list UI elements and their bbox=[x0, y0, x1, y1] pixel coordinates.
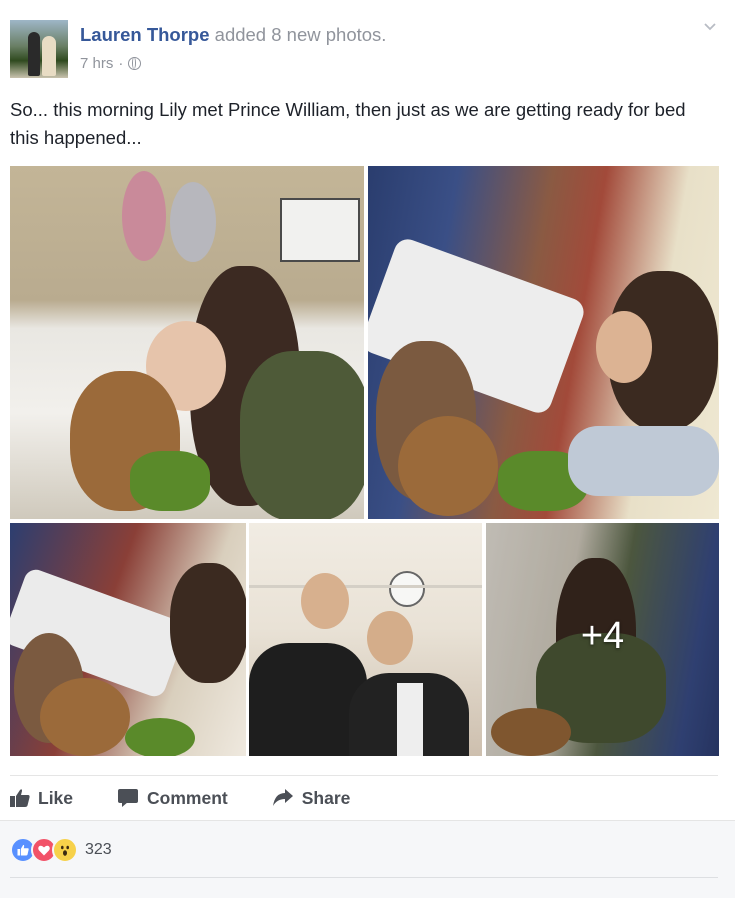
more-photos-count[interactable]: +4 bbox=[486, 615, 719, 658]
balloon-shape bbox=[122, 171, 166, 261]
person-shape bbox=[170, 563, 246, 683]
wall-frame-shape bbox=[280, 198, 360, 262]
post-photo[interactable] bbox=[10, 523, 246, 756]
post-meta: 7 hrs · bbox=[80, 55, 142, 72]
feed-post: Lauren Thorpe added 8 new photos. 7 hrs … bbox=[0, 0, 735, 898]
like-label: Like bbox=[38, 787, 74, 808]
flowers-shape bbox=[125, 718, 195, 756]
like-button[interactable]: Like bbox=[10, 786, 73, 810]
comment-label: Comment bbox=[147, 787, 228, 808]
reactions-bar: 323 bbox=[0, 820, 735, 898]
face-shape bbox=[596, 311, 652, 383]
teddy-bear-shape bbox=[40, 678, 130, 756]
comment-button[interactable]: Comment bbox=[117, 786, 228, 810]
curtain-rail-shape bbox=[249, 585, 482, 588]
post-header: Lauren Thorpe added 8 new photos. 7 hrs … bbox=[10, 18, 725, 78]
meta-separator: · bbox=[118, 55, 124, 72]
post-timestamp[interactable]: 7 hrs bbox=[80, 55, 113, 72]
reactions-summary[interactable]: 323 bbox=[10, 837, 112, 863]
post-actions-bar: Like Comment Share bbox=[10, 786, 394, 810]
reaction-count: 323 bbox=[85, 841, 112, 858]
post-action-text: added 8 new photos. bbox=[214, 24, 387, 45]
comment-icon bbox=[118, 789, 139, 807]
author-name-link[interactable]: Lauren Thorpe bbox=[80, 24, 210, 45]
post-photo-more[interactable]: +4 bbox=[486, 523, 719, 756]
divider bbox=[10, 877, 718, 878]
wow-icon bbox=[52, 837, 78, 863]
share-button[interactable]: Share bbox=[272, 786, 351, 810]
post-photo[interactable] bbox=[368, 166, 719, 519]
post-title-line: Lauren Thorpe added 8 new photos. bbox=[80, 24, 386, 46]
balloon-shape bbox=[170, 182, 216, 262]
globe-icon[interactable] bbox=[128, 57, 142, 70]
jacket-shape bbox=[240, 351, 364, 519]
avatar-figure bbox=[28, 32, 40, 76]
divider bbox=[0, 820, 735, 821]
post-body-text: So... this morning Lily met Prince Willi… bbox=[10, 99, 686, 148]
post-photo[interactable] bbox=[249, 523, 482, 756]
chevron-down-icon[interactable] bbox=[703, 20, 717, 34]
share-arrow-icon bbox=[272, 789, 293, 806]
teddy-bear-shape bbox=[398, 416, 498, 516]
author-avatar[interactable] bbox=[10, 20, 68, 78]
shirt-shape bbox=[397, 683, 423, 756]
blanket-shape bbox=[568, 426, 719, 496]
divider bbox=[10, 775, 718, 776]
face-shape bbox=[301, 573, 349, 629]
thumbs-up-icon bbox=[10, 789, 30, 807]
wall-clock-shape bbox=[389, 571, 425, 607]
share-label: Share bbox=[301, 787, 351, 808]
avatar-figure bbox=[42, 36, 56, 76]
post-photo[interactable] bbox=[10, 166, 364, 519]
face-shape bbox=[367, 611, 413, 665]
flowers-shape bbox=[130, 451, 210, 511]
